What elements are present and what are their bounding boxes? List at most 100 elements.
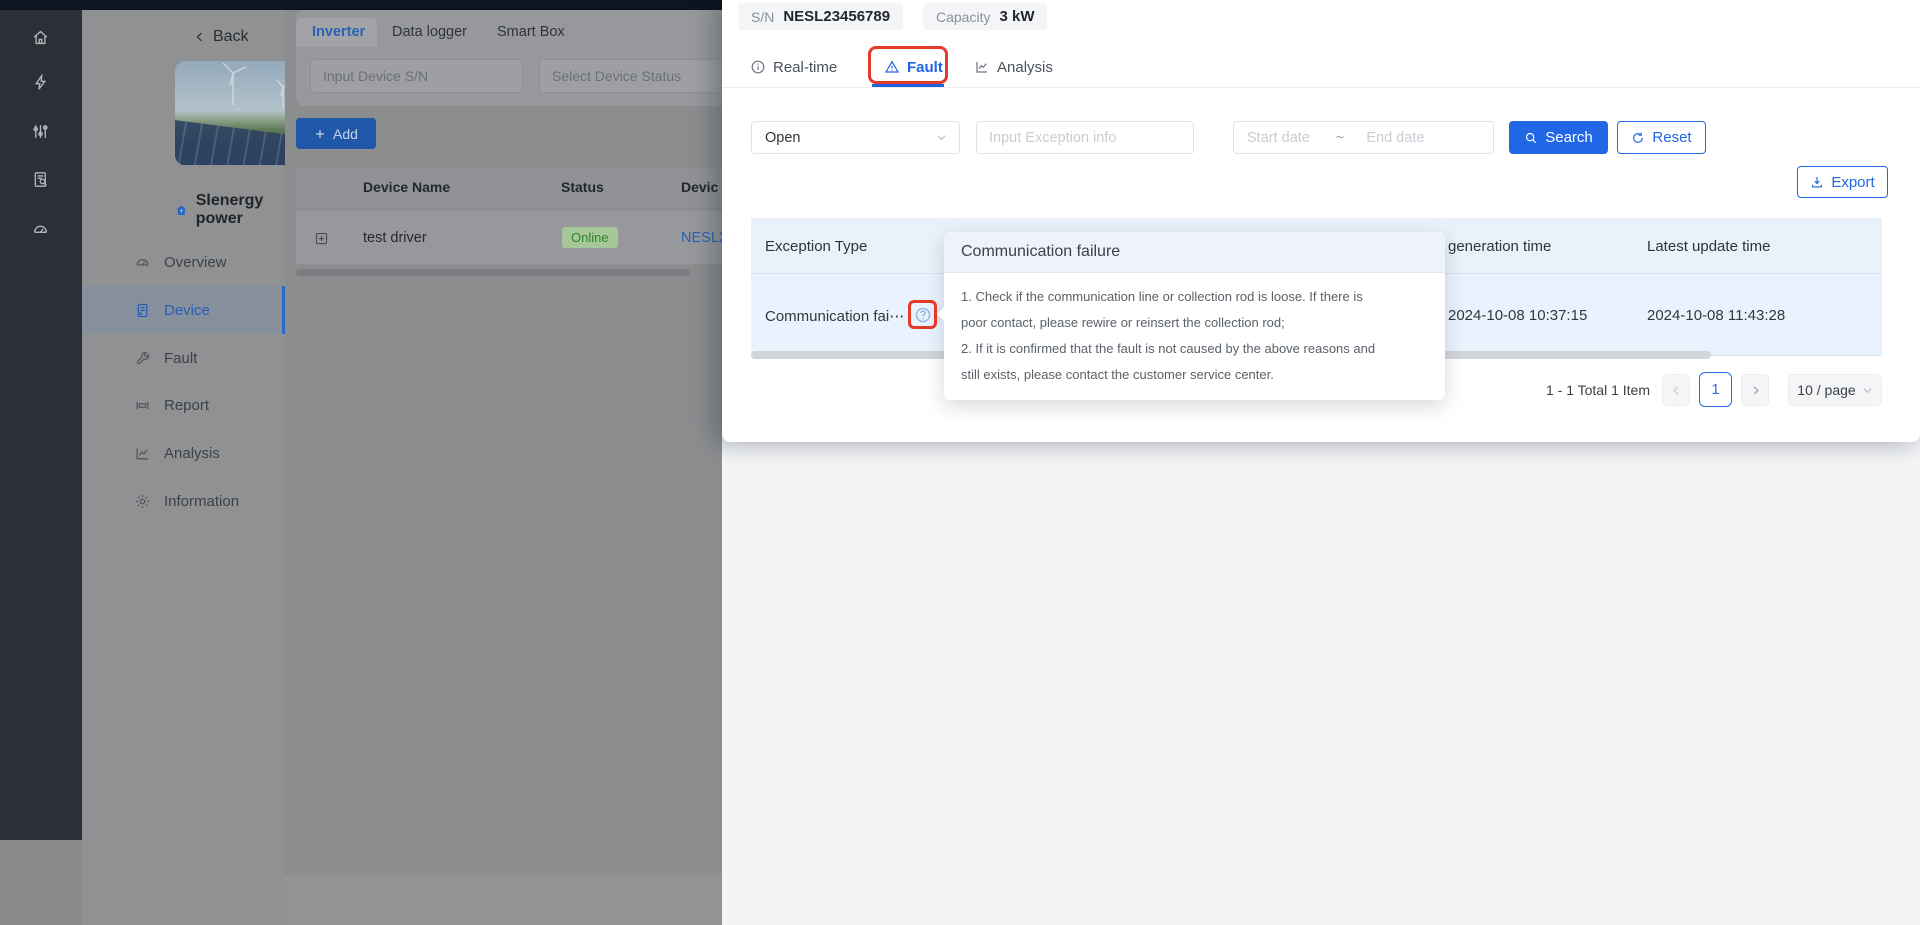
column-generation-time: generation time — [1448, 238, 1551, 255]
main-footer — [285, 875, 722, 925]
sidebar-item-information[interactable]: Information — [82, 477, 285, 525]
document-search-icon[interactable] — [31, 170, 50, 189]
sn-label: S/N — [751, 9, 774, 25]
tab-label: Real-time — [773, 59, 837, 76]
device-icon — [134, 302, 151, 319]
export-button[interactable]: Export — [1797, 166, 1888, 198]
add-device-button[interactable]: Add — [296, 118, 376, 149]
tab-real-time[interactable]: Real-time — [750, 52, 837, 82]
tooltip-line: poor contact, please rewire or reinsert … — [961, 310, 1428, 336]
line-chart-icon — [974, 59, 990, 75]
station-name: Slenergy power — [196, 192, 285, 228]
sidebar-item-overview[interactable]: Overview — [82, 238, 285, 286]
fault-status-value: Open — [765, 130, 800, 146]
column-exception-type: Exception Type — [765, 238, 867, 255]
page-size-select[interactable]: 10 / page — [1788, 374, 1882, 406]
tooltip-body: 1. Check if the communication line or co… — [944, 273, 1445, 388]
search-icon — [1524, 131, 1538, 145]
sliders-icon[interactable] — [31, 122, 50, 141]
sidebar-item-label: Information — [164, 493, 239, 510]
station-brand: Slenergy power — [175, 192, 285, 228]
tooltip-line: 1. Check if the communication line or co… — [961, 284, 1428, 310]
sn-value: NESL23456789 — [783, 8, 890, 25]
serial-number-chip: S/N NESL23456789 — [738, 3, 903, 30]
sidebar-item-label: Overview — [164, 254, 227, 271]
station-sidebar: Back Slenergy power Overview Device Faul… — [82, 10, 285, 925]
reset-button-label: Reset — [1652, 129, 1691, 146]
exception-info-field[interactable] — [976, 121, 1194, 154]
chevron-down-icon — [1862, 385, 1873, 396]
column-latest-update-time: Latest update time — [1647, 238, 1770, 255]
tab-analysis[interactable]: Analysis — [974, 52, 1053, 82]
gauge-icon[interactable] — [31, 220, 50, 239]
capacity-value: 3 kW — [999, 8, 1034, 25]
pagination-total: 1 - 1 Total 1 Item — [1460, 382, 1650, 398]
house-icon — [175, 202, 188, 219]
sidebar-item-fault[interactable]: Fault — [82, 334, 285, 382]
export-button-label: Export — [1831, 174, 1874, 191]
bolt-icon[interactable] — [31, 73, 50, 92]
device-table-header — [296, 168, 722, 207]
device-sn-input[interactable] — [310, 59, 523, 93]
end-date-placeholder[interactable]: End date — [1366, 130, 1424, 146]
start-date-placeholder[interactable]: Start date — [1234, 130, 1310, 146]
add-button-label: Add — [333, 126, 358, 142]
device-sn-link[interactable]: NESL23 — [681, 230, 722, 246]
sidebar-item-label: Fault — [164, 350, 197, 367]
search-button-label: Search — [1545, 129, 1593, 146]
column-status: Status — [561, 179, 604, 195]
sidebar-item-label: Analysis — [164, 445, 220, 462]
fault-tooltip: Communication failure 1. Check if the co… — [944, 232, 1445, 400]
generation-time-cell: 2024-10-08 10:37:15 — [1448, 307, 1587, 324]
range-separator: ~ — [1310, 130, 1366, 146]
tab-label: Analysis — [997, 59, 1053, 76]
status-badge: Online — [562, 227, 618, 248]
top-header-bar — [0, 0, 722, 10]
page-size-value: 10 / page — [1797, 382, 1855, 398]
device-name-cell: test driver — [363, 230, 427, 246]
date-range-picker[interactable]: Start date ~ End date — [1233, 121, 1494, 154]
sidebar-item-device[interactable]: Device — [82, 286, 285, 334]
home-icon[interactable] — [31, 28, 50, 47]
sidebar-item-analysis[interactable]: Analysis — [82, 429, 285, 477]
back-button[interactable]: Back — [194, 28, 249, 46]
back-label: Back — [213, 28, 249, 46]
search-button[interactable]: Search — [1509, 121, 1608, 154]
tab-inverter[interactable]: Inverter — [312, 24, 365, 40]
expand-row-icon[interactable] — [314, 231, 329, 246]
exception-info-input[interactable] — [977, 122, 1193, 153]
app-window: Back Slenergy power Overview Device Faul… — [0, 0, 1920, 925]
device-status-select[interactable] — [539, 59, 722, 93]
pagination-next-button[interactable] — [1741, 374, 1769, 406]
line-chart-icon — [134, 445, 151, 462]
global-nav-rail — [0, 10, 82, 840]
capacity-label: Capacity — [936, 9, 990, 25]
tabs-divider — [722, 87, 1920, 88]
latest-update-time-cell: 2024-10-08 11:43:28 — [1647, 307, 1785, 324]
tab-data-logger[interactable]: Data logger — [392, 24, 467, 40]
pagination-page-1[interactable]: 1 — [1699, 372, 1732, 407]
sidebar-item-report[interactable]: Report — [82, 381, 285, 429]
reset-button[interactable]: Reset — [1617, 121, 1706, 154]
active-tab-underline — [872, 84, 944, 87]
column-device-sn: Devic — [681, 179, 718, 195]
exception-type-cell: Communication fai⋯ — [765, 307, 904, 325]
tooltip-line: still exists, please contact the custome… — [961, 362, 1428, 388]
device-table-row[interactable] — [296, 211, 722, 264]
sidebar-item-label: Device — [164, 302, 210, 319]
chevron-down-icon — [936, 132, 947, 143]
capacity-chip: Capacity 3 kW — [923, 3, 1047, 30]
annotation-box-fault-tab — [868, 46, 948, 84]
tooltip-title: Communication failure — [944, 232, 1445, 273]
info-circle-icon — [750, 59, 766, 75]
annotation-box-help-icon — [908, 300, 937, 329]
chevron-right-icon — [1750, 385, 1761, 396]
report-icon — [134, 397, 151, 414]
horizontal-scrollbar[interactable] — [296, 269, 690, 276]
chevron-left-icon — [1671, 385, 1682, 396]
gauge-icon — [134, 254, 151, 271]
column-device-name: Device Name — [363, 179, 450, 195]
fault-status-select[interactable]: Open — [751, 121, 960, 154]
tab-smart-box[interactable]: Smart Box — [497, 24, 565, 40]
pagination-prev-button[interactable] — [1662, 374, 1690, 406]
